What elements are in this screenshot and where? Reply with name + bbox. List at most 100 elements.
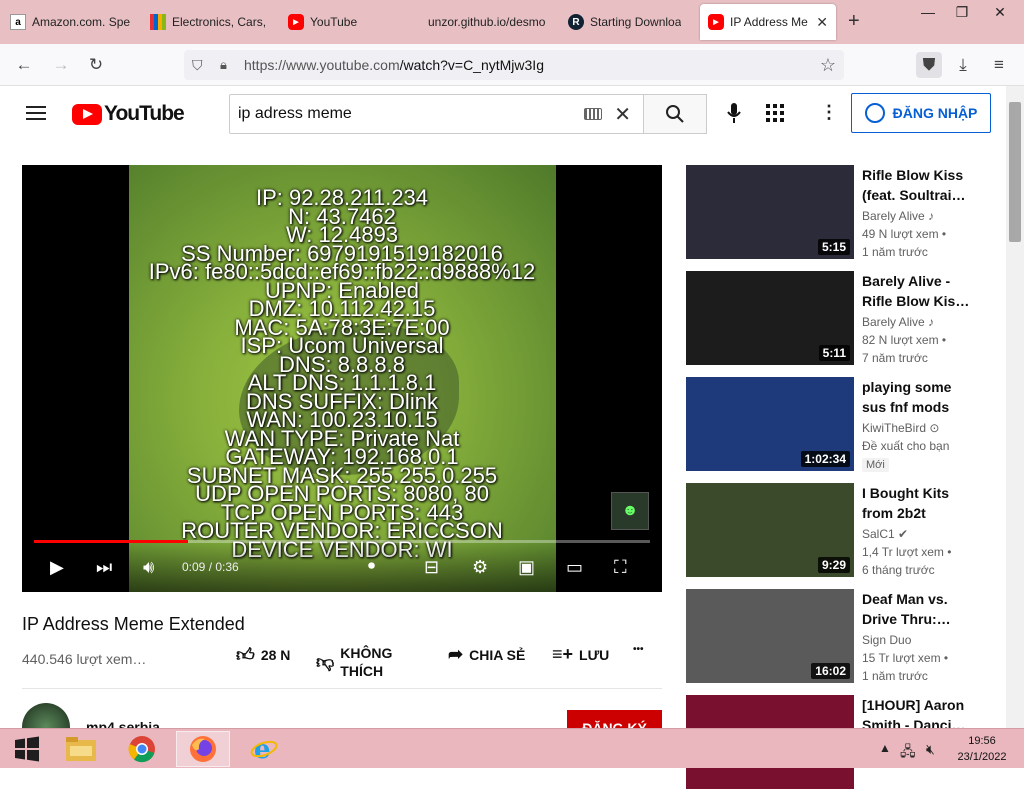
apps-grid-icon[interactable]: [766, 104, 784, 127]
start-button[interactable]: [0, 731, 54, 767]
recommended-title[interactable]: playing some sus fnf mods: [862, 377, 970, 417]
dislike-label-line1: KHÔNG: [340, 645, 393, 661]
dislike-label-line2: THÍCH: [340, 663, 384, 679]
tab-ebay[interactable]: Electronics, Cars, F: [150, 4, 270, 40]
autoplay-toggle[interactable]: ⏺: [368, 557, 375, 574]
recommended-video[interactable]: 16:02 Deaf Man vs. Drive Thru:… Sign Duo 15…: [686, 589, 1006, 685]
search-button[interactable]: [643, 94, 707, 134]
clock-time: 19:56: [968, 735, 996, 747]
url-text: https://www.youtube.com/watch?v=C_nytMjw…: [244, 57, 544, 73]
sign-in-button[interactable]: ĐĂNG NHẬP: [851, 93, 991, 133]
recommended-title[interactable]: Rifle Blow Kiss (feat. Soultrai…: [862, 165, 970, 205]
more-actions-button[interactable]: •••: [633, 644, 644, 655]
firefox-icon: [190, 736, 216, 762]
amazon-icon: a: [10, 14, 26, 30]
more-vert-icon[interactable]: ⋮: [820, 102, 838, 123]
forward-arrow-icon[interactable]: →: [50, 54, 72, 76]
miniplayer-icon[interactable]: ▣: [518, 557, 535, 578]
recommended-video[interactable]: 5:11 Barely Alive - Rifle Blow Kis… Barely…: [686, 271, 1006, 367]
browser-tab-bar: a Amazon.com. Spe Electronics, Cars, F ▶…: [0, 0, 1024, 44]
lock-icon[interactable]: 🔒︎: [220, 57, 227, 73]
tab-youtube[interactable]: ▶ YouTube: [288, 4, 408, 40]
duration-badge: 5:15: [817, 239, 850, 255]
share-button[interactable]: ➦ CHIA SẺ: [448, 644, 525, 665]
clear-search-icon[interactable]: ✕: [614, 102, 631, 127]
video-thumbnail[interactable]: 1:02:34: [686, 377, 854, 471]
youtube-header: YouTube ip adress meme ✕ ⋮ ĐĂNG NHẬP: [0, 86, 1006, 142]
recommended-video[interactable]: 1:02:34 playing some sus fnf mods KiwiTheB…: [686, 377, 1006, 473]
video-thumbnail[interactable]: 9:29: [686, 483, 854, 577]
youtube-icon: ▶: [288, 14, 304, 30]
like-count: 28 N: [260, 647, 291, 663]
address-bar[interactable]: ⛉ 🔒︎ https://www.youtube.com/watch?v=C_n…: [184, 50, 844, 80]
youtube-play-logo-icon: [72, 103, 102, 125]
subtitles-icon[interactable]: ⊟: [424, 557, 439, 578]
video-thumbnail[interactable]: 16:02: [686, 589, 854, 683]
search-input[interactable]: ip adress meme ✕: [229, 94, 644, 134]
fullscreen-icon[interactable]: ⛶: [614, 557, 627, 578]
youtube-logo[interactable]: YouTube: [72, 102, 185, 126]
r-icon: R: [568, 14, 584, 30]
like-button[interactable]: 👍︎ 28 N: [236, 644, 290, 666]
play-icon[interactable]: ▶: [50, 557, 64, 578]
settings-gear-icon[interactable]: ⚙: [472, 557, 488, 578]
volume-icon[interactable]: 🔊︎: [143, 557, 154, 578]
minimize-button[interactable]: —: [912, 0, 944, 24]
page-scrollbar[interactable]: [1006, 86, 1024, 728]
keyboard-icon[interactable]: [584, 108, 603, 120]
file-explorer-button[interactable]: [54, 731, 108, 767]
tab-desmos[interactable]: unzor.github.io/desmo: [428, 4, 550, 40]
search-icon: [666, 105, 684, 123]
internet-explorer-button[interactable]: e: [237, 731, 291, 767]
recommended-channel[interactable]: Barely Alive ♪: [862, 315, 934, 329]
system-clock[interactable]: 19:56 23/1/2022: [950, 733, 1014, 765]
recommended-title[interactable]: Barely Alive - Rifle Blow Kis…: [862, 271, 970, 311]
video-player[interactable]: IP: 92.28.211.234 N: 43.7462 W: 12.4893 SS …: [22, 165, 662, 592]
tab-amazon[interactable]: a Amazon.com. Spe: [10, 4, 130, 40]
svg-text:e: e: [254, 735, 271, 763]
tab-label: Amazon.com. Spe: [32, 15, 130, 29]
hamburger-menu-icon[interactable]: [26, 106, 46, 120]
tab-ip-meme[interactable]: ▶ IP Address Meme ✕: [700, 4, 836, 40]
duration-badge: 9:29: [817, 557, 850, 573]
maximize-button[interactable]: ❐: [946, 0, 978, 24]
recommended-video[interactable]: 5:15 Rifle Blow Kiss (feat. Soultrai… Bare…: [686, 165, 1006, 261]
back-arrow-icon[interactable]: ←: [13, 54, 35, 76]
bookmark-star-icon[interactable]: ☆: [820, 55, 836, 76]
save-button[interactable]: ≡+ LƯU: [552, 644, 609, 665]
window-close-button[interactable]: ✕: [984, 0, 1016, 24]
view-count[interactable]: 440.546 lượt xem…: [22, 651, 146, 667]
youtube-icon: ▶: [708, 14, 724, 30]
shield-icon[interactable]: ⛉: [192, 57, 203, 74]
chrome-button[interactable]: [115, 731, 169, 767]
channel-watermark[interactable]: ☻: [611, 492, 649, 530]
search-value: ip adress meme: [238, 105, 352, 122]
show-hidden-icons[interactable]: ▲: [879, 741, 891, 755]
progress-bar[interactable]: [34, 540, 650, 543]
recommended-channel[interactable]: Barely Alive ♪: [862, 209, 934, 223]
theater-mode-icon[interactable]: ▭: [566, 557, 583, 578]
menu-icon[interactable]: ≡: [988, 54, 1010, 76]
recommended-title[interactable]: I Bought Kits from 2b2t Cha…: [862, 483, 970, 523]
new-tab-button[interactable]: +: [848, 10, 860, 33]
video-thumbnail[interactable]: 5:15: [686, 165, 854, 259]
scrollbar-thumb[interactable]: [1009, 102, 1021, 242]
recommended-channel[interactable]: Sign Duo: [862, 633, 911, 647]
firefox-button[interactable]: [176, 731, 230, 767]
video-thumbnail[interactable]: 5:11: [686, 271, 854, 365]
network-icon[interactable]: 🖧: [900, 741, 916, 765]
reload-icon[interactable]: ↻: [85, 54, 107, 76]
tab-download[interactable]: R Starting Downloa: [568, 4, 690, 40]
dislike-button[interactable]: 👎︎ KHÔNG THÍCH: [316, 644, 392, 680]
recommended-video[interactable]: 9:29 I Bought Kits from 2b2t Cha… SalC1 ✔ 1…: [686, 483, 1006, 579]
recommended-channel[interactable]: SalC1 ✔: [862, 527, 908, 541]
next-icon[interactable]: ⏭: [96, 557, 112, 578]
volume-muted-icon[interactable]: 🔇︎: [926, 741, 935, 758]
download-icon[interactable]: ⤓: [952, 54, 974, 76]
pocket-icon[interactable]: ⛊: [916, 52, 942, 78]
microphone-icon[interactable]: [727, 102, 741, 129]
recommended-title[interactable]: Deaf Man vs. Drive Thru:…: [862, 589, 970, 629]
recommended-channel[interactable]: KiwiTheBird ⊙: [862, 421, 939, 435]
close-icon[interactable]: ✕: [816, 14, 828, 31]
url-host: https://www.youtube.com: [244, 57, 400, 73]
